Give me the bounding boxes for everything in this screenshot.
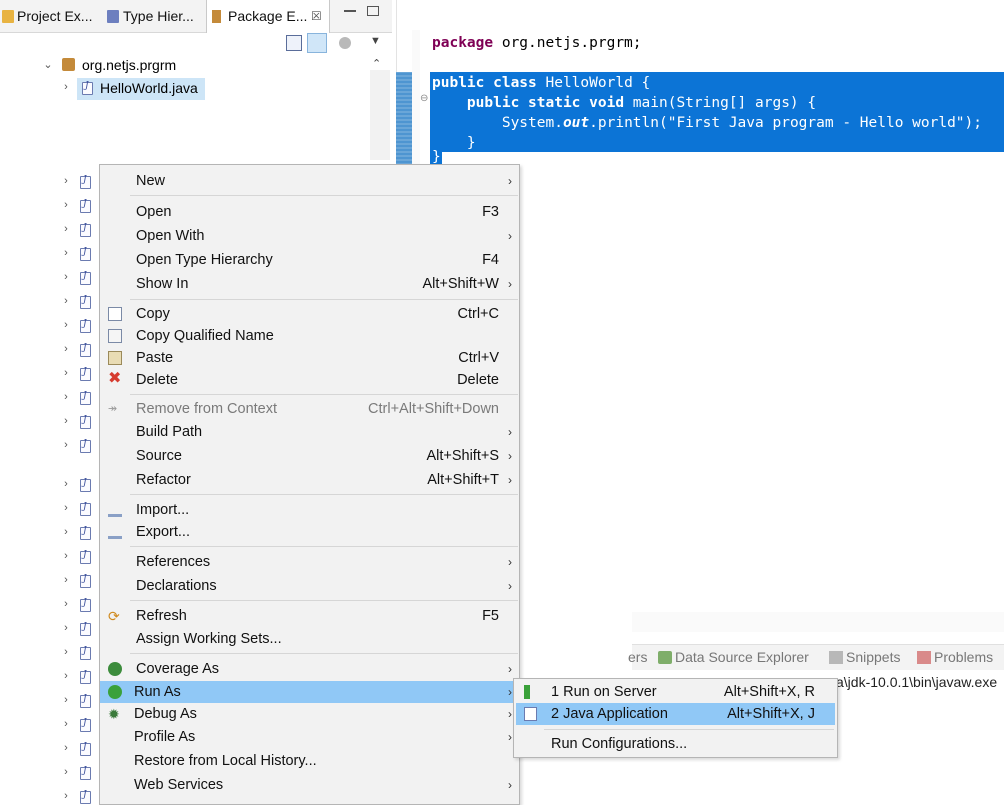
- chevron-down-icon[interactable]: ⌄: [43, 58, 53, 71]
- chevron-right-icon: ›: [508, 662, 512, 676]
- refresh-icon: ⟳: [108, 608, 120, 624]
- tree-file-label: HelloWorld.java: [100, 80, 198, 96]
- link-with-editor-icon[interactable]: [307, 33, 327, 53]
- menu-item-paste[interactable]: Paste Ctrl+V: [100, 347, 519, 369]
- code-line-4: System.out.println("First Java program -…: [432, 115, 982, 131]
- package-explorer-toolbar: ▼: [0, 33, 392, 55]
- context-menu: New › Open F3 Open With › Open Type Hierarc…: [99, 164, 520, 805]
- java-file-icon: [82, 81, 93, 95]
- collapse-all-icon[interactable]: [286, 35, 302, 51]
- menu-item-build-path[interactable]: Build Path ›: [100, 421, 519, 443]
- paste-icon: [108, 351, 122, 365]
- remove-from-context-icon: ↠: [108, 403, 118, 415]
- tab-project-explorer[interactable]: Project Ex...: [0, 0, 100, 33]
- chevron-right-icon: ›: [508, 174, 512, 188]
- editor-gutter-selection: [396, 72, 412, 165]
- export-icon: [108, 525, 122, 539]
- filter-icon[interactable]: [339, 37, 351, 49]
- minimize-view-button[interactable]: [344, 10, 356, 12]
- menu-item-remove-from-context: ↠ Remove from Context Ctrl+Alt+Shift+Down: [108, 401, 499, 417]
- chevron-right-icon: ›: [508, 229, 512, 243]
- menu-item-debug-as[interactable]: ✹ Debug As ›: [100, 703, 519, 725]
- console-process-text: a\jdk-10.0.1\bin\javaw.exe: [836, 674, 998, 690]
- menu-item-run-as[interactable]: Run As ›: [100, 681, 519, 703]
- chevron-right-icon: ›: [508, 730, 512, 744]
- chevron-right-icon: ›: [508, 449, 512, 463]
- type-hierarchy-icon: [107, 10, 119, 23]
- menu-item-copy[interactable]: Copy Ctrl+C: [100, 303, 519, 325]
- fold-collapse-icon[interactable]: ⊖: [420, 93, 428, 104]
- menu-item-open[interactable]: Open F3: [100, 201, 519, 223]
- code-line-6: }: [432, 150, 441, 165]
- menu-item-refresh[interactable]: ⟳ Refresh F5: [100, 605, 519, 627]
- close-tab-icon[interactable]: ☒: [311, 0, 322, 33]
- delete-icon: ✖: [108, 370, 122, 387]
- menu-item-open-with[interactable]: Open With ›: [100, 225, 519, 247]
- scroll-up-arrow-icon[interactable]: ⌃: [372, 57, 381, 70]
- menu-item-declarations[interactable]: Declarations ›: [100, 575, 519, 597]
- panel-divider: [632, 612, 1004, 632]
- menu-item-export[interactable]: Export...: [100, 521, 519, 543]
- chevron-right-icon: ›: [508, 425, 512, 439]
- submenu-item-java-application[interactable]: 2 Java Application Alt+Shift+X, J: [516, 703, 835, 725]
- chevron-right-icon: ›: [508, 555, 512, 569]
- run-icon: [108, 685, 122, 699]
- snippets-icon: [829, 651, 843, 664]
- coverage-icon: [108, 662, 122, 676]
- menu-item-references[interactable]: References ›: [100, 551, 519, 573]
- code-line-2: public class HelloWorld {: [432, 75, 651, 91]
- chevron-right-icon: ›: [508, 707, 512, 721]
- menu-item-refactor[interactable]: Refactor Alt+Shift+T ›: [100, 469, 519, 491]
- tab-snippets[interactable]: Snippets: [829, 649, 900, 665]
- tab-data-source-explorer[interactable]: Data Source Explorer: [658, 649, 809, 665]
- bottom-panel-tabs: ers Data Source Explorer Snippets Proble…: [628, 644, 1004, 670]
- editor-ruler: [412, 30, 420, 165]
- package-icon: [62, 58, 75, 71]
- chevron-right-icon: ›: [508, 579, 512, 593]
- menu-item-open-type-hierarchy[interactable]: Open Type Hierarchy F4: [100, 249, 519, 271]
- chevron-right-icon: ›: [508, 473, 512, 487]
- import-icon: [108, 503, 122, 517]
- copy-icon: [108, 307, 122, 321]
- tab-problems[interactable]: Problems: [917, 649, 993, 665]
- view-menu-icon[interactable]: ▼: [370, 35, 386, 51]
- menu-item-source[interactable]: Source Alt+Shift+S ›: [100, 445, 519, 467]
- copy-qualified-name-icon: [108, 329, 122, 343]
- menu-item-new[interactable]: New ›: [100, 170, 519, 192]
- run-as-submenu: 1 Run on Server Alt+Shift+X, R 2 Java App…: [513, 678, 838, 758]
- java-application-icon: [524, 707, 537, 721]
- debug-icon: ✹: [108, 706, 120, 722]
- maximize-view-button[interactable]: [367, 6, 379, 16]
- code-line-1: package org.netjs.prgrm;: [432, 35, 642, 51]
- run-on-server-icon: [524, 685, 530, 699]
- view-tab-bar: Project Ex... Type Hier... Package E... …: [0, 0, 392, 33]
- menu-item-show-in[interactable]: Show In Alt+Shift+W ›: [100, 273, 519, 295]
- chevron-right-icon: ›: [508, 778, 512, 792]
- menu-item-delete[interactable]: ✖ Delete Delete: [100, 369, 519, 391]
- submenu-item-run-configurations[interactable]: Run Configurations...: [516, 733, 835, 755]
- menu-item-web-services[interactable]: Web Services ›: [100, 774, 519, 796]
- project-explorer-icon: [2, 10, 14, 23]
- package-explorer-icon: [212, 10, 221, 23]
- tab-type-hierarchy[interactable]: Type Hier...: [103, 0, 203, 33]
- menu-item-assign-working-sets[interactable]: Assign Working Sets...: [100, 628, 519, 650]
- menu-item-copy-qualified-name[interactable]: Copy Qualified Name: [100, 325, 519, 347]
- chevron-right-icon: ›: [508, 277, 512, 291]
- menu-item-import[interactable]: Import...: [100, 499, 519, 521]
- code-line-3: public static void main(String[] args) {: [432, 95, 817, 111]
- chevron-right-icon[interactable]: ›: [61, 81, 71, 93]
- tab-package-explorer[interactable]: Package E... ☒: [206, 0, 330, 33]
- problems-icon: [917, 651, 931, 664]
- database-icon: [658, 651, 672, 664]
- menu-item-coverage-as[interactable]: Coverage As ›: [100, 658, 519, 680]
- chevron-right-icon: ›: [508, 685, 512, 699]
- menu-item-profile-as[interactable]: Profile As ›: [100, 726, 519, 748]
- submenu-item-run-on-server[interactable]: 1 Run on Server Alt+Shift+X, R: [516, 681, 835, 703]
- tree-package-label[interactable]: org.netjs.prgrm: [82, 57, 176, 73]
- vertical-scrollbar[interactable]: [370, 70, 390, 160]
- menu-item-restore-from-local-history[interactable]: Restore from Local History...: [100, 750, 519, 772]
- tree-item-selected[interactable]: HelloWorld.java: [77, 78, 205, 100]
- tab-servers[interactable]: ers: [628, 649, 647, 665]
